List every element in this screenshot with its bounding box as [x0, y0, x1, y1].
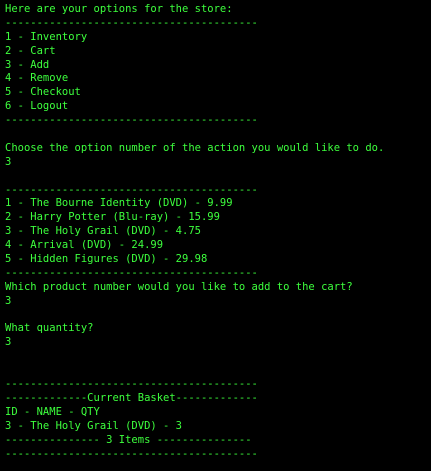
terminal-line: 2 - Harry Potter (Blu-ray) - 15.99: [5, 211, 220, 224]
terminal-output: Here are your options for the store: ----…: [5, 3, 431, 461]
terminal-line: 3 - Add: [5, 58, 50, 71]
terminal-line: 6 - Logout: [5, 100, 69, 113]
terminal-line: 3: [5, 336, 12, 349]
terminal-line: 3 - The Holy Grail (DVD) - 4.75: [5, 225, 201, 238]
terminal-line: -------------Current Basket-------------: [5, 391, 258, 404]
terminal-line: 1 - The Bourne Identity (DVD) - 9.99: [5, 197, 233, 210]
terminal-line: ----------------------------------------: [5, 183, 258, 196]
terminal-line: 3: [5, 155, 12, 168]
terminal-line: ----------------------------------------: [5, 114, 258, 127]
terminal-line: 2 - Cart: [5, 44, 56, 57]
terminal-line: Which product number would you like to a…: [5, 280, 353, 293]
terminal-line: 3 - The Holy Grail (DVD) - 3: [5, 419, 183, 432]
terminal-line: What quantity?: [5, 322, 94, 335]
terminal-line: Here are your options for the store:: [5, 3, 233, 15]
terminal-line: ID - NAME - QTY: [5, 405, 100, 418]
terminal-line: 4 - Arrival (DVD) - 24.99: [5, 239, 164, 252]
terminal-line: 5 - Checkout: [5, 86, 81, 99]
terminal-line: --------------- 3 Items ---------------: [5, 433, 252, 446]
terminal-line: ----------------------------------------: [5, 266, 258, 279]
terminal-line: 4 - Remove: [5, 72, 69, 85]
terminal-line: 1 - Inventory: [5, 30, 88, 43]
terminal-line: 3: [5, 294, 12, 307]
terminal-line: 5 - Hidden Figures (DVD) - 29.98: [5, 253, 208, 266]
terminal-line: Choose the option number of the action y…: [5, 141, 385, 154]
terminal-line: ----------------------------------------: [5, 447, 258, 460]
terminal-window[interactable]: Here are your options for the store: ----…: [0, 0, 431, 471]
terminal-line: ----------------------------------------: [5, 16, 258, 29]
terminal-line: ----------------------------------------: [5, 378, 258, 391]
